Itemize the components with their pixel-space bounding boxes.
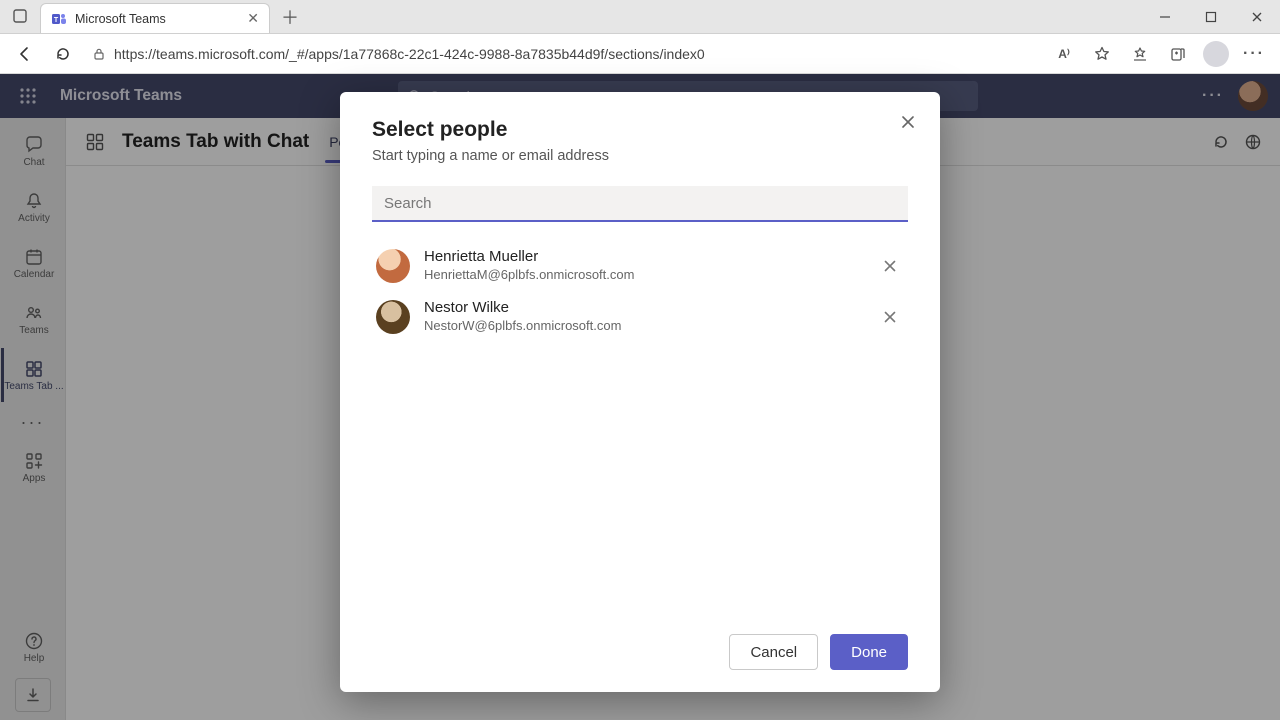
favorite-button[interactable] xyxy=(1084,38,1120,70)
window-minimize-button[interactable] xyxy=(1142,0,1188,34)
lock-icon xyxy=(92,47,106,61)
browser-window: T Microsoft Teams ✕ ＋ https://teams.micr… xyxy=(0,0,1280,720)
window-close-button[interactable] xyxy=(1234,0,1280,34)
done-button[interactable]: Done xyxy=(830,634,908,670)
teams-app: Microsoft Teams Search ··· Chat Activity xyxy=(0,74,1280,720)
read-aloud-button[interactable]: A⁾ xyxy=(1046,38,1082,70)
selected-person: Nestor Wilke NestorW@6plbfs.onmicrosoft.… xyxy=(372,291,908,342)
new-tab-button[interactable]: ＋ xyxy=(276,3,304,31)
nav-refresh-button[interactable] xyxy=(46,38,80,70)
window-controls xyxy=(1142,0,1280,34)
browser-profile-button[interactable] xyxy=(1198,38,1234,70)
close-icon xyxy=(900,114,916,130)
remove-person-button[interactable] xyxy=(876,252,904,280)
selected-people-list: Henrietta Mueller HenriettaM@6plbfs.onmi… xyxy=(372,240,908,342)
people-search-input[interactable] xyxy=(372,186,908,222)
cancel-button[interactable]: Cancel xyxy=(729,634,818,670)
person-name: Henrietta Mueller xyxy=(424,248,862,267)
person-email: NestorW@6plbfs.onmicrosoft.com xyxy=(424,318,862,334)
window-maximize-button[interactable] xyxy=(1188,0,1234,34)
browser-tab-title: Microsoft Teams xyxy=(75,12,239,26)
svg-text:T: T xyxy=(54,17,59,24)
modal-scrim: Select people Start typing a name or ema… xyxy=(0,74,1280,720)
avatar xyxy=(376,300,410,334)
browser-tab[interactable]: T Microsoft Teams ✕ xyxy=(40,3,270,33)
avatar xyxy=(376,249,410,283)
select-people-dialog: Select people Start typing a name or ema… xyxy=(340,92,940,692)
url-field[interactable]: https://teams.microsoft.com/_#/apps/1a77… xyxy=(84,39,1042,69)
selected-person: Henrietta Mueller HenriettaM@6plbfs.onmi… xyxy=(372,240,908,291)
tab-actions-button[interactable] xyxy=(6,2,34,30)
dialog-subtitle: Start typing a name or email address xyxy=(372,148,908,164)
close-icon xyxy=(883,310,897,324)
browser-menu-button[interactable]: ··· xyxy=(1236,38,1272,70)
collections-button[interactable] xyxy=(1160,38,1196,70)
dialog-title: Select people xyxy=(372,118,908,142)
remove-person-button[interactable] xyxy=(876,303,904,331)
teams-favicon-icon: T xyxy=(51,11,67,27)
person-name: Nestor Wilke xyxy=(424,299,862,318)
nav-back-button[interactable] xyxy=(8,38,42,70)
favorites-bar-button[interactable] xyxy=(1122,38,1158,70)
person-email: HenriettaM@6plbfs.onmicrosoft.com xyxy=(424,267,862,283)
close-icon xyxy=(883,259,897,273)
url-text: https://teams.microsoft.com/_#/apps/1a77… xyxy=(114,46,705,62)
browser-tab-strip: T Microsoft Teams ✕ ＋ xyxy=(0,0,1280,34)
dialog-close-button[interactable] xyxy=(894,108,922,136)
browser-address-bar: https://teams.microsoft.com/_#/apps/1a77… xyxy=(0,34,1280,74)
tab-close-icon[interactable]: ✕ xyxy=(247,10,259,27)
